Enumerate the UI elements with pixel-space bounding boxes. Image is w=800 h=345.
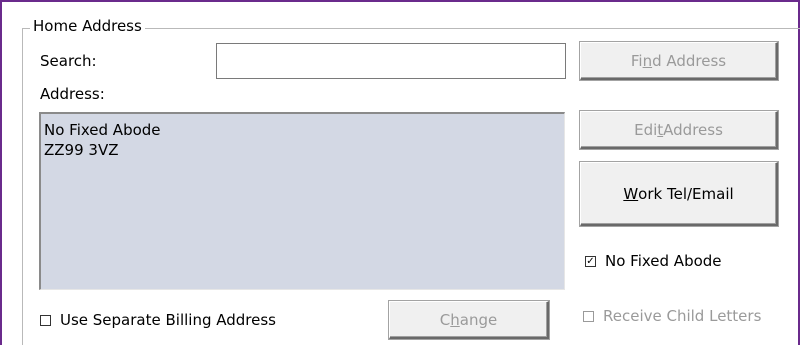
separate-billing-label: Use Separate Billing Address — [60, 311, 276, 329]
no-fixed-abode-checkbox[interactable]: ✓ No Fixed Abode — [585, 252, 722, 270]
change-button[interactable]: Ch ange — [389, 301, 549, 339]
search-input[interactable] — [216, 43, 566, 79]
work-tel-email-label-accel: W — [623, 184, 639, 203]
home-address-panel: Home Address Search: Fi n d Address Addres… — [0, 0, 800, 345]
no-fixed-abode-label: No Fixed Abode — [605, 252, 722, 270]
find-address-label-pre: Fi — [630, 51, 643, 70]
check-mark-icon: ✓ — [586, 255, 595, 267]
find-address-label-post: d Address — [652, 51, 727, 70]
change-label-post: ange — [459, 310, 498, 329]
change-label-pre: C — [439, 310, 451, 329]
work-tel-email-button[interactable]: Work Tel/Email — [580, 162, 778, 226]
address-label: Address: — [40, 85, 105, 103]
edit-address-label-post: Address — [663, 120, 723, 139]
address-line-2: ZZ99 3VZ — [44, 141, 119, 159]
edit-address-label-pre: Edi — [634, 120, 658, 139]
edit-address-button[interactable]: Edi t Address — [580, 111, 778, 149]
separate-billing-checkbox[interactable]: Use Separate Billing Address — [40, 311, 276, 329]
receive-child-letters-label: Receive Child Letters — [603, 307, 762, 325]
find-address-label-accel: n — [642, 51, 653, 70]
receive-child-letters-checkbox[interactable]: Receive Child Letters — [583, 307, 761, 325]
address-display[interactable]: No Fixed Abode ZZ99 3VZ — [39, 112, 565, 290]
change-label-accel: h — [450, 310, 460, 329]
work-tel-email-label-post: ork Tel/Email — [638, 184, 734, 203]
search-label: Search: — [40, 52, 97, 70]
address-line-1: No Fixed Abode — [44, 121, 161, 139]
separate-billing-check-box[interactable] — [40, 314, 51, 326]
group-title: Home Address — [30, 16, 145, 36]
no-fixed-abode-check-box[interactable]: ✓ — [585, 255, 596, 267]
receive-child-letters-check-box[interactable] — [583, 310, 594, 322]
find-address-button[interactable]: Fi n d Address — [580, 42, 778, 80]
